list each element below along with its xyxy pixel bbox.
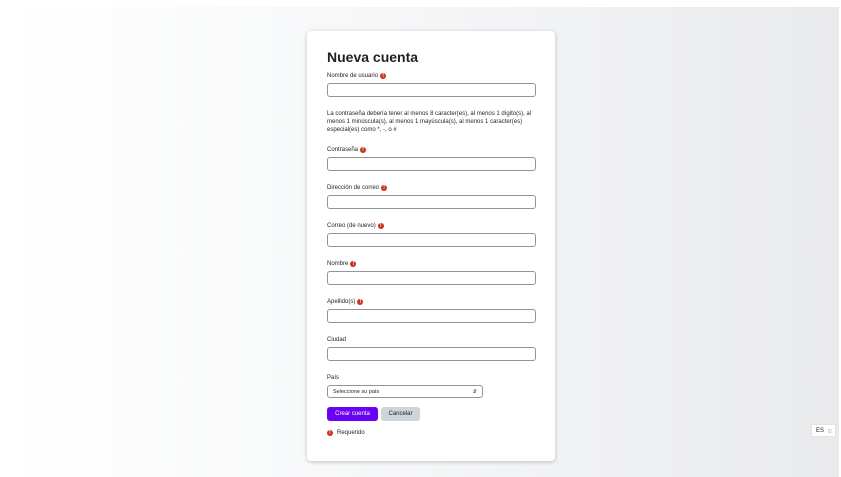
required-legend: ! Requerido (327, 429, 535, 437)
username-label: Nombre de usuario ! (327, 72, 535, 80)
email-label: Dirección de correo ! (327, 184, 535, 192)
lastname-field-group: Apellido(s) ! (327, 298, 536, 323)
language-code: ES (816, 427, 825, 434)
required-icon: ! (357, 299, 364, 305)
country-select[interactable]: Seleccione su país ⇵ (327, 385, 483, 398)
signup-card: Nueva cuenta Nombre de usuario ! La cont… (307, 31, 555, 461)
required-legend-text: Requerido (337, 430, 365, 436)
password-label: Contraseña ! (327, 146, 535, 154)
username-field-group: Nombre de usuario ! (327, 72, 536, 97)
required-icon: ! (350, 261, 357, 267)
form-buttons: Crear cuenta Cancelar (327, 407, 535, 421)
select-arrows-icon: ⇵ (472, 388, 477, 395)
password-field-group: Contraseña ! (327, 146, 536, 171)
required-icon: ! (360, 147, 367, 153)
lastname-input[interactable] (327, 309, 536, 323)
city-field-group: Ciudad (327, 336, 536, 361)
email-again-label: Correo (de nuevo) ! (327, 222, 535, 230)
email-input[interactable] (327, 195, 536, 209)
email-again-input[interactable] (327, 233, 536, 247)
username-input[interactable] (327, 83, 536, 97)
country-label: País (327, 375, 340, 381)
password-input[interactable] (327, 157, 536, 171)
city-input[interactable] (327, 347, 536, 361)
password-policy-text: La contraseña debería tener al menos 8 c… (327, 111, 532, 133)
language-menu-icon: ◫ (828, 427, 832, 433)
country-field-group: País Seleccione su país ⇵ (327, 374, 535, 398)
create-account-button[interactable]: Crear cuenta (327, 407, 378, 421)
country-select-value: Seleccione su país (333, 388, 380, 395)
required-icon: ! (380, 73, 387, 79)
email-again-field-group: Correo (de nuevo) ! (327, 222, 536, 247)
email-field-group: Dirección de correo ! (327, 184, 536, 209)
firstname-label: Nombre ! (327, 260, 535, 268)
required-icon: ! (377, 223, 384, 229)
lastname-label: Apellido(s) ! (327, 298, 535, 306)
language-selector[interactable]: ES ◫ (811, 424, 836, 437)
page-background: Nueva cuenta Nombre de usuario ! La cont… (6, 7, 839, 477)
city-label: Ciudad (327, 337, 347, 343)
required-icon: ! (381, 185, 388, 191)
page-title: Nueva cuenta (327, 49, 419, 65)
firstname-field-group: Nombre ! (327, 260, 536, 285)
required-icon: ! (327, 430, 333, 436)
firstname-input[interactable] (327, 271, 536, 285)
cancel-button[interactable]: Cancelar (381, 407, 420, 421)
